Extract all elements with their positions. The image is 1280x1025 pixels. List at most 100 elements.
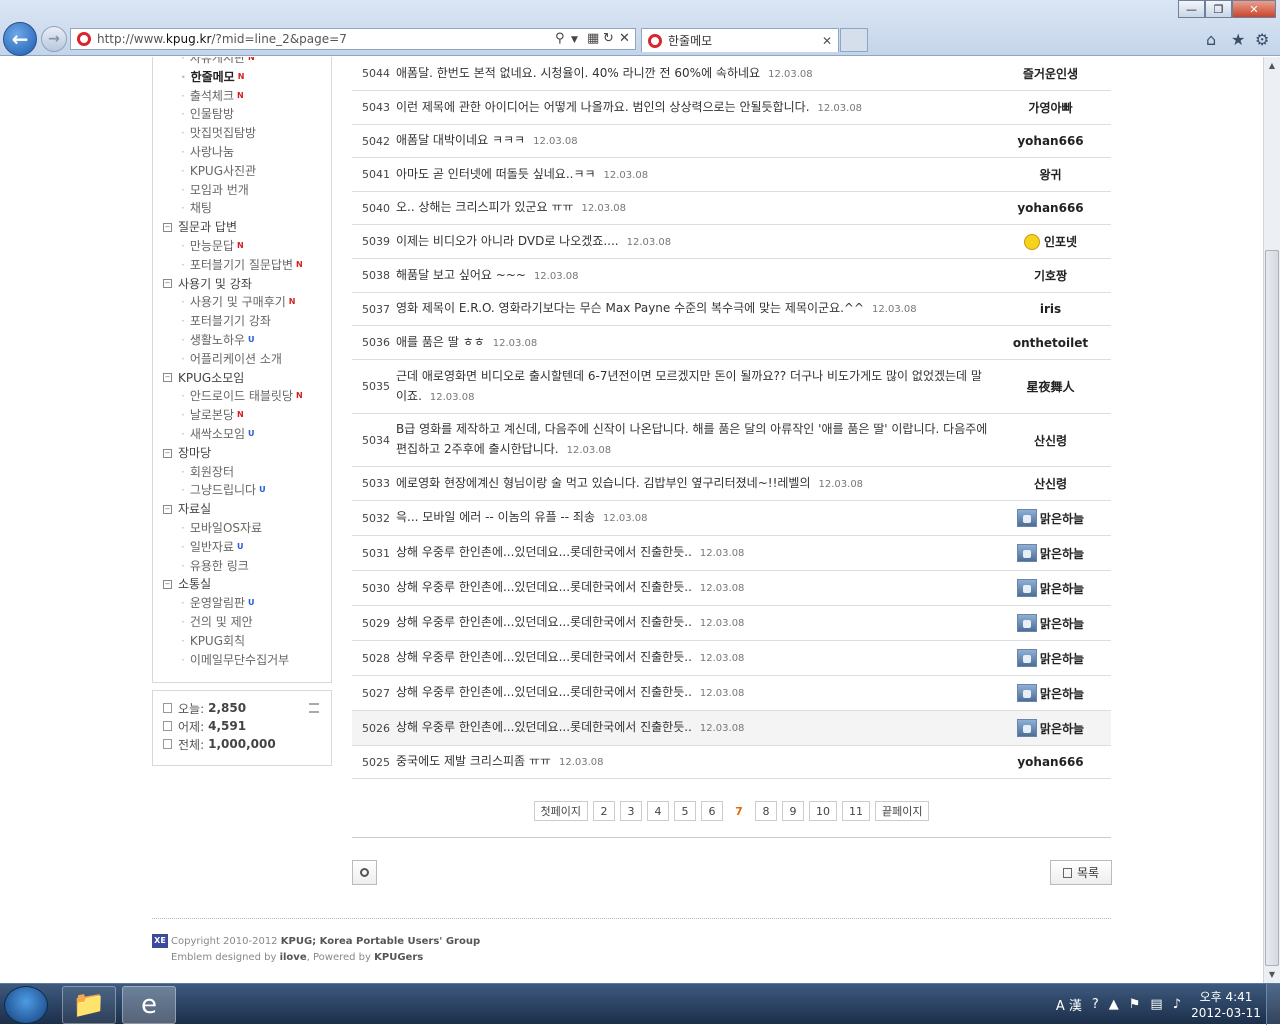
- sidebar-item[interactable]: · 날로본당 N: [163, 406, 331, 425]
- row-author[interactable]: onthetoilet: [990, 336, 1111, 350]
- page-link[interactable]: 8: [755, 801, 777, 821]
- sidebar-item[interactable]: · 사용기 및 구매후기 N: [163, 293, 331, 312]
- row-author[interactable]: 가영아빠: [990, 99, 1111, 116]
- sidebar-item[interactable]: · 사랑나눔: [163, 143, 331, 162]
- sidebar-item[interactable]: · 회원장터: [163, 463, 331, 482]
- sidebar-item[interactable]: · 새싹소모임 U: [163, 425, 331, 444]
- sidebar-item[interactable]: · 채팅: [163, 199, 331, 218]
- sidebar-item[interactable]: · 포터블기기 질문답변 N: [163, 256, 331, 275]
- row-author[interactable]: 왕귀: [990, 166, 1111, 183]
- sidebar-item[interactable]: · 생활노하우 U: [163, 331, 331, 350]
- collapse-icon[interactable]: −: [163, 580, 172, 590]
- row-author[interactable]: 맑은하늘: [990, 544, 1111, 562]
- network-icon[interactable]: ▤: [1150, 997, 1162, 1012]
- forward-button[interactable]: →: [41, 26, 67, 52]
- sidebar-item[interactable]: · 일반자료 U: [163, 538, 331, 557]
- sidebar-item[interactable]: · 인물탐방: [163, 105, 331, 124]
- show-desktop-button[interactable]: [1266, 984, 1280, 1025]
- sidebar-item[interactable]: · 그냥드립니다 U: [163, 481, 331, 500]
- last-page-button[interactable]: 끝페이지: [875, 801, 930, 821]
- row-author[interactable]: 맑은하늘: [990, 509, 1111, 527]
- collapse-icon[interactable]: −: [163, 448, 172, 458]
- row-author[interactable]: 맑은하늘: [990, 684, 1111, 702]
- page-link[interactable]: 3: [620, 801, 642, 821]
- action-center-flag-icon[interactable]: ⚑: [1129, 997, 1141, 1012]
- explorer-folder-icon[interactable]: 📁: [62, 986, 116, 1024]
- clock[interactable]: 오후 4:41 2012-03-11: [1186, 989, 1266, 1021]
- sidebar-category[interactable]: − 장마당: [163, 444, 331, 463]
- back-button[interactable]: ←: [3, 22, 37, 56]
- home-icon[interactable]: ⌂: [1206, 30, 1216, 49]
- row-author[interactable]: 즐거운인생: [990, 65, 1111, 82]
- sidebar-item[interactable]: · 한줄메모 N: [163, 68, 331, 87]
- page-link[interactable]: 2: [593, 801, 615, 821]
- row-author[interactable]: iris: [990, 302, 1111, 316]
- page-link[interactable]: 11: [842, 801, 870, 821]
- first-page-button[interactable]: 첫페이지: [533, 801, 588, 821]
- tab-close-icon[interactable]: ✕: [822, 34, 832, 48]
- address-bar[interactable]: http://www.kpug.kr/?mid=line_2&page=7 ⚲ …: [70, 28, 636, 50]
- sidebar-category[interactable]: − 질문과 답변: [163, 218, 331, 237]
- row-author[interactable]: yohan666: [990, 755, 1111, 769]
- sidebar-item[interactable]: · 출석체크 N: [163, 87, 331, 106]
- volume-icon[interactable]: ♪: [1173, 997, 1181, 1012]
- start-button[interactable]: [4, 986, 48, 1024]
- collapse-icon[interactable]: −: [163, 373, 172, 383]
- scroll-up-icon[interactable]: ▲: [1264, 57, 1280, 74]
- refresh-icon[interactable]: ↻: [603, 31, 614, 46]
- sidebar-category[interactable]: − KPUG소모임: [163, 369, 331, 388]
- page-link[interactable]: 9: [782, 801, 804, 821]
- collapse-icon[interactable]: −: [163, 223, 172, 233]
- list-button[interactable]: 목록: [1050, 860, 1112, 885]
- page-scrollbar[interactable]: ▲ ▼: [1263, 57, 1280, 983]
- sidebar-item[interactable]: · 어플리케이션 소개: [163, 350, 331, 369]
- minimize-button[interactable]: —: [1178, 0, 1205, 18]
- page-link[interactable]: 4: [647, 801, 669, 821]
- sidebar-item[interactable]: · 포터블기기 강좌: [163, 312, 331, 331]
- row-author[interactable]: 산신령: [990, 475, 1111, 492]
- sidebar-item[interactable]: · 만능문답 N: [163, 237, 331, 256]
- sidebar-item[interactable]: · 이메일무단수집거부: [163, 651, 331, 670]
- stats-icon[interactable]: [309, 703, 319, 713]
- tray-expand-icon[interactable]: ▲: [1109, 997, 1119, 1012]
- row-author[interactable]: 맑은하늘: [990, 579, 1111, 597]
- new-tab-button[interactable]: [840, 28, 868, 52]
- sidebar-item[interactable]: · 유용한 링크: [163, 557, 331, 576]
- row-author[interactable]: 맑은하늘: [990, 614, 1111, 632]
- sidebar-category[interactable]: − 자료실: [163, 500, 331, 519]
- row-author[interactable]: 인포넷: [990, 233, 1111, 250]
- search-button[interactable]: [352, 860, 377, 885]
- row-author[interactable]: 산신령: [990, 432, 1111, 449]
- sidebar-category[interactable]: − 소통실: [163, 575, 331, 594]
- sidebar-item[interactable]: · 안드로이드 태블릿당 N: [163, 387, 331, 406]
- row-author[interactable]: 星夜舞人: [990, 378, 1111, 395]
- sidebar-item[interactable]: · 운영알림판 U: [163, 594, 331, 613]
- scroll-down-icon[interactable]: ▼: [1264, 966, 1280, 983]
- sidebar-item[interactable]: · 모임과 번개: [163, 181, 331, 200]
- close-window-button[interactable]: ✕: [1232, 0, 1276, 18]
- search-icon[interactable]: ⚲: [555, 31, 565, 46]
- page-link[interactable]: 6: [701, 801, 723, 821]
- page-link[interactable]: 7: [728, 801, 750, 821]
- row-author[interactable]: yohan666: [990, 134, 1111, 148]
- help-icon[interactable]: ?: [1092, 997, 1099, 1012]
- sidebar-item[interactable]: · KPUG회칙: [163, 632, 331, 651]
- dropdown-arrow-icon[interactable]: ▼: [571, 35, 578, 45]
- sidebar-item[interactable]: · 자유게시판 N: [163, 57, 331, 68]
- page-link[interactable]: 10: [809, 801, 837, 821]
- tools-gear-icon[interactable]: ⚙: [1255, 30, 1269, 49]
- favorites-star-icon[interactable]: ★: [1231, 30, 1245, 49]
- tab-current[interactable]: 한줄메모 ✕: [641, 28, 839, 52]
- internet-explorer-icon[interactable]: e: [122, 986, 176, 1024]
- row-author[interactable]: 맑은하늘: [990, 649, 1111, 667]
- row-author[interactable]: yohan666: [990, 201, 1111, 215]
- language-bar-icon[interactable]: A 漢: [1056, 995, 1082, 1014]
- sidebar-category[interactable]: − 사용기 및 강좌: [163, 275, 331, 294]
- sidebar-item[interactable]: · KPUG사진관: [163, 162, 331, 181]
- collapse-icon[interactable]: −: [163, 279, 172, 289]
- sidebar-item[interactable]: · 맛집멋집탐방: [163, 124, 331, 143]
- stop-icon[interactable]: ✕: [619, 31, 630, 46]
- scroll-thumb[interactable]: [1265, 250, 1279, 966]
- sidebar-item[interactable]: · 건의 및 제안: [163, 613, 331, 632]
- collapse-icon[interactable]: −: [163, 505, 172, 515]
